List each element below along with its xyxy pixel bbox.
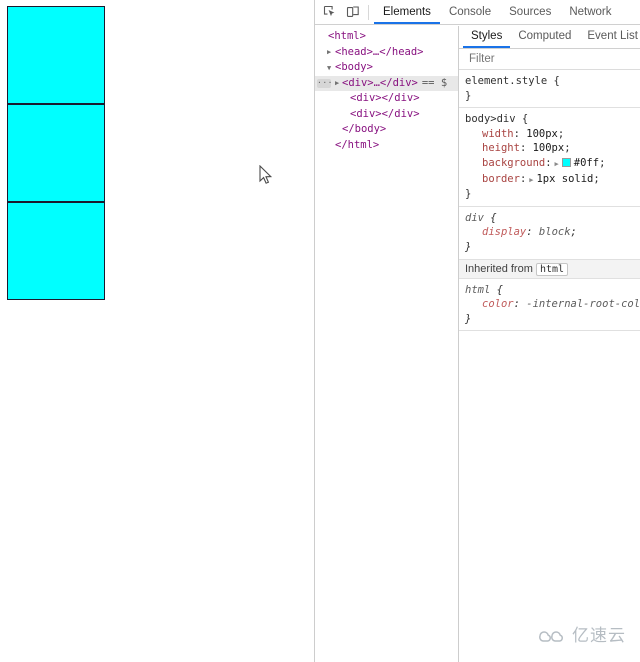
- css-colon: :: [519, 142, 533, 155]
- dom-node-label: <div></div>: [350, 92, 420, 104]
- css-rule-selector-line: html {: [465, 283, 640, 298]
- dom-node-label: </body>: [342, 123, 387, 135]
- css-value[interactable]: 100px: [526, 128, 558, 140]
- div-box-3[interactable]: [7, 202, 105, 300]
- css-brace-close: }: [465, 188, 472, 201]
- styles-pane: Styles Computed Event List element.style…: [459, 26, 640, 662]
- css-brace-open: {: [490, 283, 503, 296]
- chevron-right-icon[interactable]: ▶: [327, 48, 335, 56]
- dom-node-console-ref: == $: [421, 76, 448, 89]
- css-declaration[interactable]: display: block;: [465, 225, 640, 240]
- css-colon: :: [513, 127, 527, 140]
- dom-node-label: <div></div>: [350, 107, 420, 120]
- chevron-right-icon[interactable]: ▶: [335, 79, 343, 87]
- css-colon: :: [526, 226, 539, 239]
- dom-node-label: <div>…</div>: [342, 76, 418, 89]
- dom-node-head[interactable]: ▶ <head>…</head>: [315, 45, 458, 61]
- dom-node-html-open[interactable]: <html>: [315, 29, 458, 45]
- css-rule-selector-line: body>div {: [465, 112, 640, 127]
- css-rule-body-div[interactable]: body>div { width: 100px; height: 100px; …: [459, 108, 640, 207]
- styles-filter-bar: [459, 49, 640, 70]
- devtools-body: <html> ▶ <head>…</head> ▼ <body> ··· ▶ <…: [315, 26, 640, 662]
- dom-node-div-2[interactable]: <div></div>: [315, 91, 458, 107]
- css-brace-close: }: [465, 312, 472, 325]
- chevron-right-icon[interactable]: ▶: [552, 160, 562, 168]
- css-colon: :: [545, 156, 552, 169]
- css-brace-close: }: [465, 89, 472, 102]
- css-semicolon: ;: [570, 226, 577, 239]
- css-declaration[interactable]: height: 100px;: [465, 141, 640, 156]
- css-property[interactable]: border: [465, 173, 520, 185]
- styles-filter-input[interactable]: [467, 52, 634, 66]
- tab-computed[interactable]: Computed: [510, 26, 579, 48]
- screenshot-root: Elements Console Sources Network <html> …: [0, 0, 640, 662]
- css-semicolon: ;: [557, 127, 565, 140]
- css-property[interactable]: display: [465, 226, 526, 238]
- css-property[interactable]: background: [465, 157, 545, 169]
- page-viewport: [0, 0, 314, 662]
- dom-node-div-selected[interactable]: ··· ▶ <div>…</div> == $: [315, 75, 458, 91]
- tab-network[interactable]: Network: [560, 0, 620, 24]
- dom-node-body-open[interactable]: ▼ <body>: [315, 60, 458, 76]
- inherited-source-tag[interactable]: html: [535, 262, 569, 276]
- dom-node-div-3[interactable]: <div></div>: [315, 107, 458, 123]
- css-colon: :: [513, 298, 527, 311]
- css-property[interactable]: color: [465, 298, 514, 310]
- inherited-label: Inherited from: [465, 262, 533, 275]
- device-toolbar-icon[interactable]: [342, 2, 364, 23]
- css-selector[interactable]: div: [465, 212, 484, 224]
- css-selector[interactable]: body>div: [465, 113, 516, 125]
- css-brace-open: {: [547, 75, 560, 87]
- css-selector[interactable]: element.style: [465, 75, 547, 87]
- tab-console[interactable]: Console: [440, 0, 500, 24]
- dom-node-body-close[interactable]: </body>: [315, 122, 458, 138]
- dom-node-label: <html>: [328, 30, 366, 42]
- css-declaration[interactable]: width: 100px;: [465, 127, 640, 142]
- styles-tabbar: Styles Computed Event List: [459, 26, 640, 49]
- dom-node-label: <body>: [335, 61, 373, 73]
- tab-elements[interactable]: Elements: [374, 0, 440, 24]
- css-rule-html-inherited[interactable]: html { color: -internal-root-col }: [459, 279, 640, 332]
- dom-tree-pane[interactable]: <html> ▶ <head>…</head> ▼ <body> ··· ▶ <…: [315, 26, 459, 662]
- css-semicolon: ;: [564, 142, 571, 155]
- chevron-down-icon[interactable]: ▼: [327, 64, 335, 72]
- css-rule-selector-line: div {: [465, 211, 640, 226]
- tab-event-listeners[interactable]: Event List: [579, 26, 640, 48]
- css-value[interactable]: 1px solid: [536, 173, 593, 185]
- devtools-panel: Elements Console Sources Network <html> …: [314, 0, 640, 662]
- css-rule-selector-line: element.style {: [465, 74, 640, 89]
- inspect-element-icon[interactable]: [319, 2, 341, 23]
- div-box-1[interactable]: [7, 6, 105, 104]
- tab-sources[interactable]: Sources: [500, 0, 560, 24]
- color-swatch[interactable]: [561, 157, 571, 167]
- css-rule-element-style[interactable]: element.style { }: [459, 70, 640, 109]
- css-semicolon: ;: [593, 172, 600, 185]
- css-property[interactable]: width: [465, 128, 514, 140]
- css-brace-open: {: [483, 211, 497, 224]
- css-declaration[interactable]: border: ▶ 1px solid;: [465, 172, 640, 188]
- css-value[interactable]: 100px: [533, 142, 565, 154]
- css-semicolon: ;: [599, 156, 606, 169]
- dom-node-label: <head>…</head>: [335, 45, 424, 58]
- devtools-toolbar: Elements Console Sources Network: [315, 0, 640, 25]
- css-brace-close: }: [465, 240, 472, 253]
- css-property[interactable]: height: [465, 142, 520, 154]
- css-declaration[interactable]: color: -internal-root-col: [465, 297, 640, 312]
- css-value[interactable]: -internal-root-col: [526, 298, 640, 310]
- inherited-from-header: Inherited from html: [459, 259, 640, 279]
- toolbar-divider: [368, 4, 369, 20]
- css-value[interactable]: #0ff: [574, 157, 599, 169]
- dom-node-label: </html>: [335, 138, 380, 151]
- dom-node-html-close[interactable]: </html>: [315, 138, 458, 154]
- css-declaration[interactable]: background: ▶ #0ff;: [465, 156, 640, 172]
- css-selector[interactable]: html: [465, 284, 490, 296]
- mouse-cursor-icon: [259, 165, 273, 184]
- chevron-right-icon[interactable]: ▶: [526, 176, 536, 184]
- div-box-2[interactable]: [7, 104, 105, 202]
- css-value[interactable]: block: [539, 226, 571, 238]
- tab-styles[interactable]: Styles: [463, 26, 511, 48]
- css-brace-open: {: [515, 113, 529, 126]
- css-rule-div-ua[interactable]: div { display: block; }: [459, 207, 640, 260]
- dom-ellipsis-badge[interactable]: ···: [317, 78, 332, 88]
